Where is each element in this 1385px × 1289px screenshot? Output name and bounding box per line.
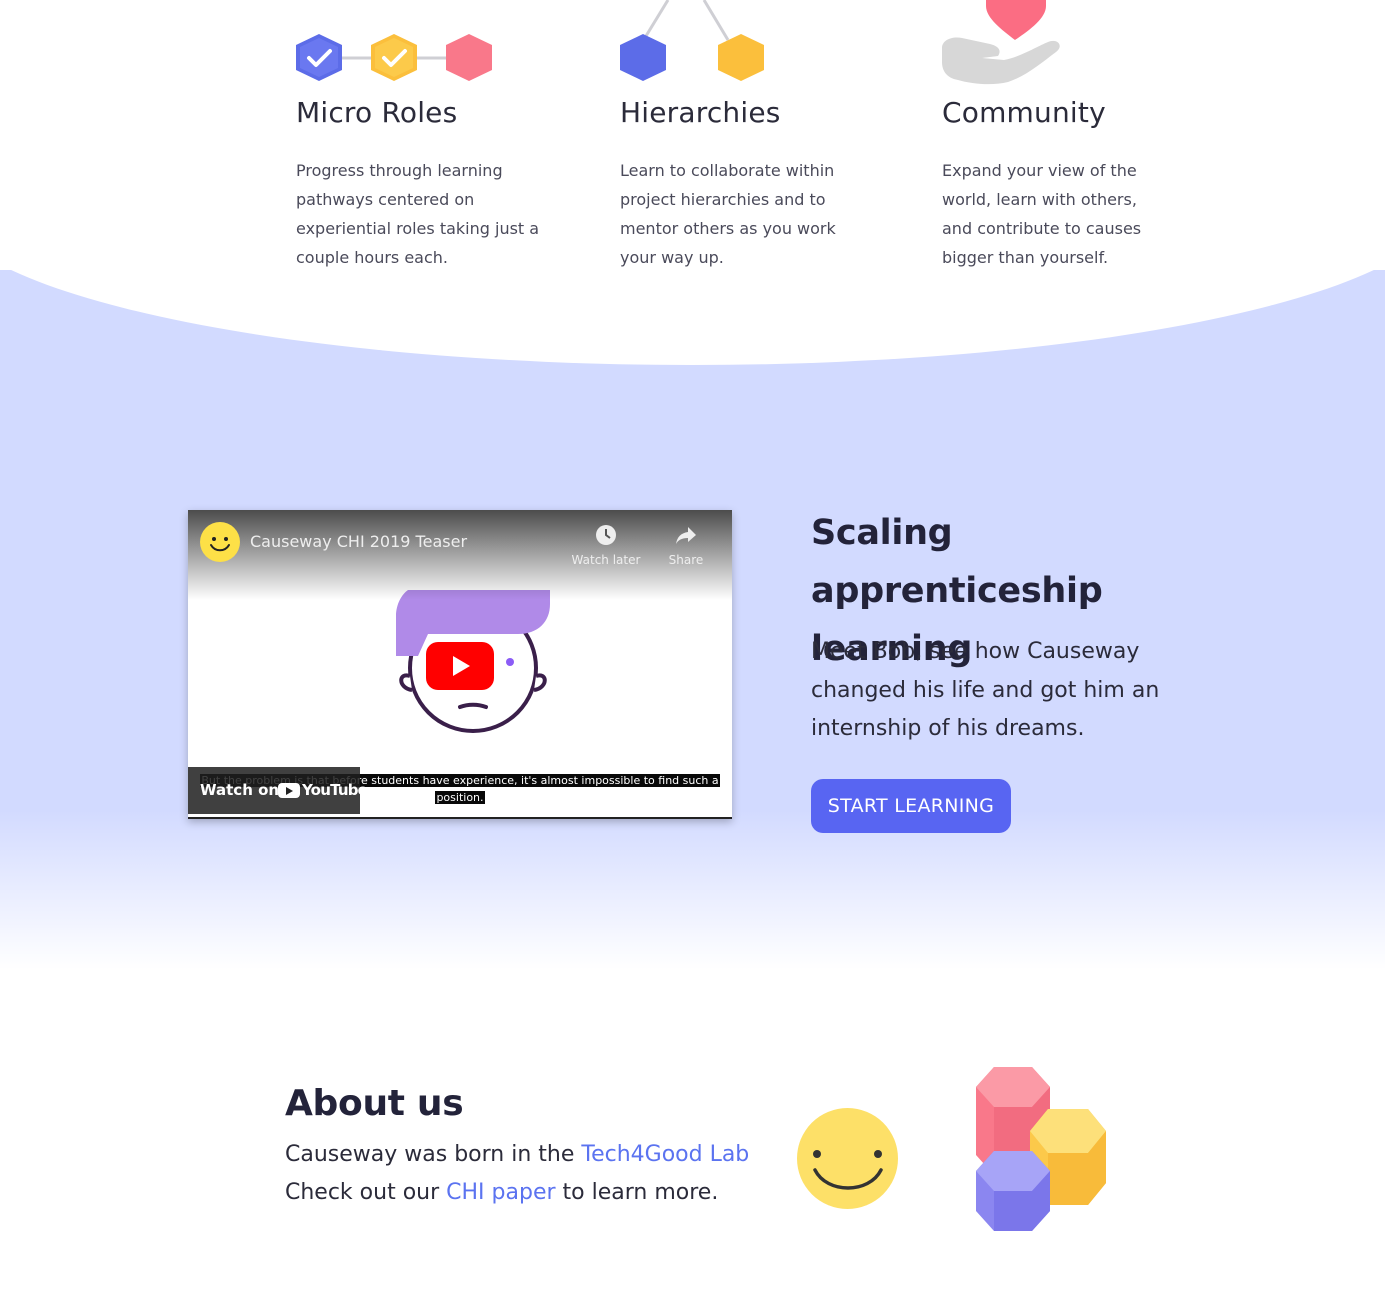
hexagon-blocks-icon (976, 1067, 1106, 1231)
heart-hand-icon (942, 0, 1060, 85)
tech4good-lab-link[interactable]: Tech4Good Lab (581, 1142, 749, 1167)
smiley-face-icon (797, 1108, 898, 1209)
about-paper-suffix: to learn more. (562, 1180, 719, 1205)
share-label: Share (668, 553, 704, 567)
clock-icon (596, 525, 616, 545)
watch-on-label: Watch on (200, 781, 280, 799)
youtube-video-embed[interactable]: Causeway CHI 2019 Teaser Watch later Sha… (188, 510, 732, 819)
start-learning-button[interactable]: START LEARNING (811, 779, 1011, 833)
share-button[interactable]: Share (646, 524, 726, 567)
video-title[interactable]: Causeway CHI 2019 Teaser (250, 532, 467, 551)
about-heading: About us (285, 1083, 464, 1124)
watch-later-button[interactable]: Watch later (566, 524, 646, 567)
feature-description: Progress through learning pathways cente… (296, 161, 540, 267)
about-line-lab: Causeway was born in the Tech4Good Lab (285, 1136, 749, 1174)
hierarchy-hexagons-icon (620, 0, 764, 81)
watch-later-label: Watch later (571, 553, 641, 567)
about-line-paper: Check out our CHI paper to learn more. (285, 1174, 718, 1212)
scaling-description: Meet Bob, see how Causeway changed his l… (811, 639, 1160, 741)
feature-title: Community (942, 96, 1106, 129)
smiley-icon (210, 537, 230, 552)
chi-paper-link[interactable]: CHI paper (446, 1180, 555, 1205)
check-hexagons-icon (296, 34, 492, 81)
watch-on-youtube-button[interactable]: Watch on YouTube (188, 767, 368, 814)
channel-avatar[interactable] (200, 522, 240, 562)
video-play-button[interactable] (426, 642, 494, 690)
youtube-play-icon (278, 783, 300, 798)
caption-line-2: position. (435, 791, 485, 804)
feature-title: Hierarchies (620, 96, 781, 129)
feature-title: Micro Roles (296, 96, 458, 129)
about-lab-prefix: Causeway was born in the (285, 1142, 575, 1167)
youtube-wordmark: YouTube (302, 781, 368, 799)
share-arrow-icon (676, 527, 696, 544)
page: Micro Roles Progress through learning pa… (0, 0, 1385, 1289)
feature-description: Expand your view of the world, learn wit… (942, 161, 1142, 267)
about-paper-prefix: Check out our (285, 1180, 440, 1205)
feature-description: Learn to collaborate within project hier… (620, 161, 836, 267)
